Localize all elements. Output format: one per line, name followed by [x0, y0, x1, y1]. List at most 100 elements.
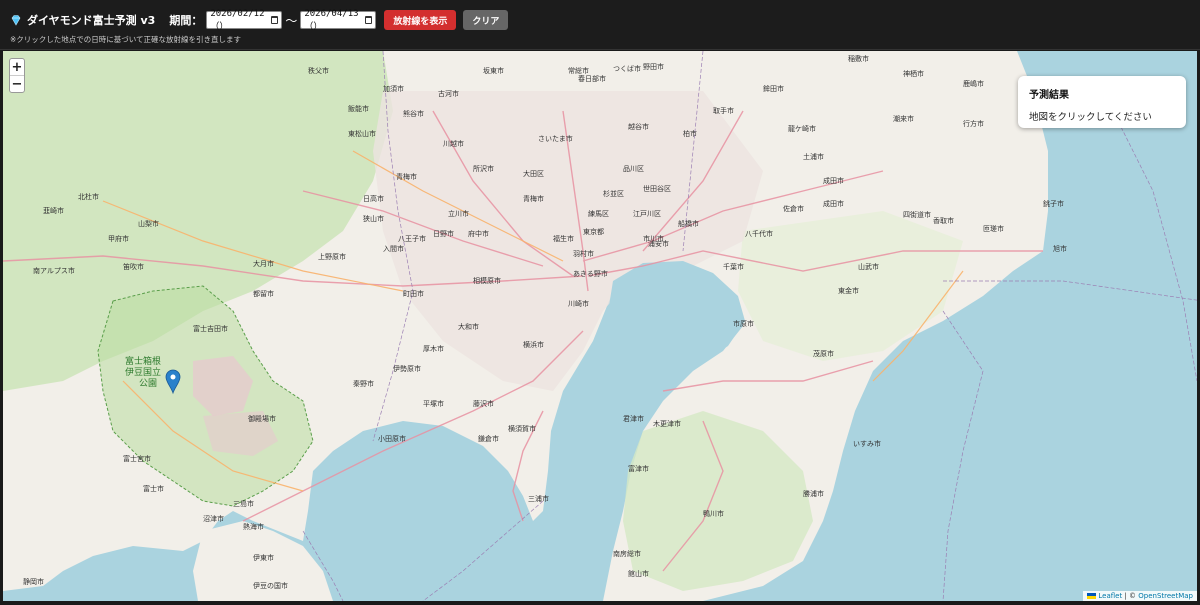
- city-label: 町田市: [403, 289, 424, 298]
- city-label: 日野市: [433, 229, 454, 238]
- city-label: 山梨市: [138, 219, 159, 228]
- city-label: 鴨川市: [703, 509, 724, 518]
- city-label: 春日部市: [578, 74, 606, 83]
- city-label: 秦野市: [353, 379, 374, 388]
- city-label: いすみ市: [853, 439, 881, 448]
- zoom-in-button[interactable]: +: [10, 59, 24, 75]
- clear-button[interactable]: クリア: [463, 10, 509, 30]
- city-label: 茂原市: [813, 349, 834, 358]
- end-date-input[interactable]: 2026/04/13（）: [300, 8, 377, 32]
- city-label: 柏市: [683, 129, 697, 138]
- osm-link[interactable]: OpenStreetMap: [1138, 592, 1193, 600]
- city-label: 大月市: [253, 259, 274, 268]
- city-label: 狭山市: [363, 214, 384, 223]
- city-label: 相模原市: [473, 276, 501, 285]
- map-attribution: Leaflet | © OpenStreetMap: [1083, 591, 1197, 601]
- city-label: 東京都: [583, 227, 604, 236]
- city-label: 日高市: [363, 194, 384, 203]
- city-label: 笛吹市: [123, 262, 144, 271]
- park-label-1: 富士箱根: [125, 355, 161, 367]
- city-label: 潮来市: [893, 114, 914, 123]
- city-label: 横須賀市: [508, 424, 536, 433]
- city-label: 南房総市: [613, 549, 641, 558]
- flag-icon: [1087, 593, 1097, 599]
- start-date-value: 2026/02/12（）: [210, 8, 265, 32]
- city-label: 平塚市: [423, 399, 444, 408]
- city-label: 神栖市: [903, 69, 924, 78]
- park-label-2: 伊豆国立: [125, 366, 161, 378]
- park-label-3: 公園: [139, 378, 157, 389]
- city-label: 厚木市: [423, 344, 444, 353]
- city-label: 北杜市: [78, 192, 99, 201]
- city-label: さいたま市: [538, 134, 573, 143]
- city-label: 羽村市: [573, 249, 594, 258]
- zoom-out-button[interactable]: −: [10, 75, 24, 92]
- city-label: 土浦市: [803, 152, 824, 161]
- city-label: 府中市: [468, 229, 489, 238]
- city-label: 韮崎市: [43, 206, 64, 215]
- show-rays-button[interactable]: 放射線を表示: [384, 10, 457, 30]
- city-label: 甲府市: [108, 234, 129, 243]
- city-label: 八千代市: [745, 229, 773, 238]
- city-label: 上野原市: [318, 252, 346, 261]
- diamond-icon: [11, 15, 21, 26]
- result-message: 地図をクリックしてください: [1029, 112, 1152, 123]
- city-label: 三浦市: [528, 494, 549, 503]
- city-label: 入間市: [383, 244, 404, 253]
- city-label: 小田原市: [378, 434, 406, 443]
- controls-row: ダイヤモンド富士予測 v3 期間： 2026/02/12（） 〜 2026/04…: [10, 8, 509, 32]
- city-label: 東松山市: [348, 129, 376, 138]
- city-label: 君津市: [623, 414, 644, 423]
- city-label: 野田市: [643, 62, 664, 71]
- app-title: ダイヤモンド富士予測 v3: [27, 14, 156, 27]
- city-label: 飯能市: [348, 104, 369, 113]
- city-label: 富士市: [143, 484, 164, 493]
- end-date-value: 2026/04/13（）: [304, 8, 359, 32]
- period-label: 期間：: [169, 14, 203, 27]
- map-canvas[interactable]: 富士箱根 伊豆国立 公園 秩父市 青梅市 所沢市 川越市 さいたま市 春日部市 越谷市 野田市…: [3, 51, 1197, 601]
- attribution-separator: | ©: [1122, 592, 1139, 600]
- map-tiles[interactable]: 富士箱根 伊豆国立 公園 秩父市青梅市 所沢市 川越市 さいたま市 春日部市越谷市 野田市…: [3, 51, 1197, 601]
- city-label: 加須市: [383, 84, 404, 93]
- city-label: 立川市: [448, 209, 469, 218]
- city-label: 品川区: [623, 165, 644, 173]
- city-label: 銚子市: [1043, 199, 1064, 208]
- city-label: 四街道市: [903, 210, 931, 219]
- city-label: 香取市: [933, 216, 954, 225]
- city-label: 江戸川区: [633, 210, 661, 218]
- city-label: 船橋市: [678, 219, 699, 228]
- city-label: 御殿場市: [248, 414, 276, 423]
- calendar-icon[interactable]: [365, 16, 373, 24]
- city-label: 山武市: [858, 262, 879, 271]
- city-label: 大田区: [523, 169, 544, 178]
- city-label: 熊谷市: [403, 109, 424, 118]
- city-label: 成田市: [823, 199, 844, 208]
- city-label: 世田谷区: [643, 184, 671, 193]
- city-label: 木更津市: [653, 419, 681, 428]
- city-label: 南アルプス市: [33, 266, 75, 275]
- calendar-icon[interactable]: [271, 16, 279, 24]
- city-label: 練馬区: [588, 209, 609, 218]
- city-label: 勝浦市: [803, 489, 824, 498]
- result-title: 予測結果: [1029, 90, 1069, 101]
- start-date-input[interactable]: 2026/02/12（）: [206, 8, 283, 32]
- city-label: 八王子市: [398, 234, 426, 243]
- city-label: 伊東市: [253, 553, 274, 562]
- city-label: 富津市: [628, 464, 649, 473]
- city-label: 福生市: [553, 234, 574, 243]
- leaflet-link[interactable]: Leaflet: [1098, 592, 1122, 600]
- city-label: 青梅市: [523, 194, 544, 203]
- city-label: 三島市: [233, 499, 254, 508]
- city-label: 取手市: [713, 106, 734, 115]
- instruction-note: ※クリックした地点での日時に基づいて正確な放射線を引き直します: [10, 35, 242, 44]
- city-label: 鎌倉市: [478, 434, 499, 443]
- zoom-control: + −: [9, 58, 25, 93]
- city-label: 龍ケ崎市: [788, 124, 816, 133]
- city-label: あきる野市: [573, 269, 608, 278]
- city-label: 千葉市: [723, 262, 744, 271]
- city-label: 鉾田市: [763, 84, 784, 93]
- city-label: 旭市: [1053, 244, 1067, 253]
- city-label: 大和市: [458, 322, 479, 331]
- city-label: 東金市: [838, 286, 859, 295]
- city-label: 成田市: [823, 176, 844, 185]
